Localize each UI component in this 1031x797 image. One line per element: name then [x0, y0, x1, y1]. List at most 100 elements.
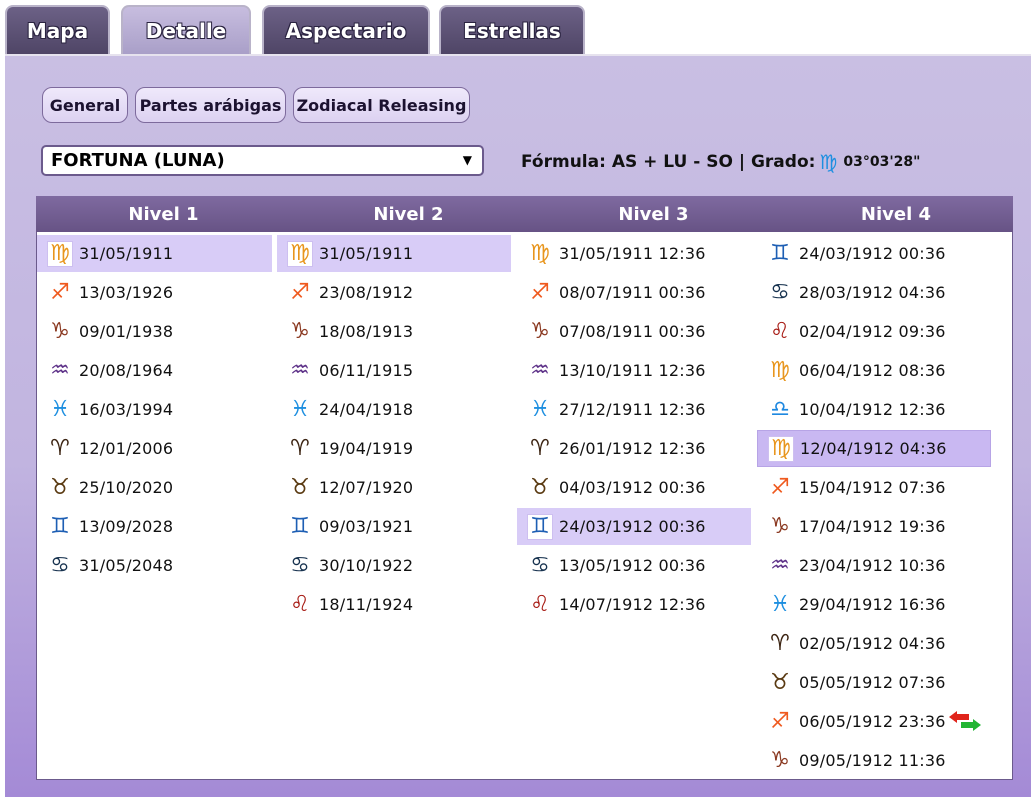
level-4-row[interactable]: ♋︎ 28/03/1912 04:36 — [757, 274, 991, 311]
lot-select-value: FORTUNA (LUNA) — [51, 150, 225, 171]
column-header-nivel-4: Nivel 4 — [860, 203, 932, 225]
level-2-row[interactable]: ♌︎ 18/11/1924 — [277, 586, 511, 623]
level-4-row[interactable]: ♍︎ 12/04/1912 04:36 — [757, 430, 991, 467]
virgo-icon: ♍︎ — [287, 240, 313, 267]
level-3-row[interactable]: ♒︎ 13/10/1911 12:36 — [517, 352, 751, 389]
formula-degree: 03°03'28" — [843, 154, 921, 170]
partes-arabigas-button[interactable]: Partes arábigas — [135, 87, 286, 123]
zodiacal-releasing-button[interactable]: Zodiacal Releasing — [293, 87, 470, 123]
lot-select[interactable]: FORTUNA (LUNA) ▼ — [41, 145, 484, 176]
row-date: 07/08/1911 00:36 — [559, 322, 706, 341]
row-date: 18/08/1913 — [319, 322, 414, 341]
libra-icon: ♎︎ — [770, 396, 790, 422]
level-3-row[interactable]: ♊︎ 24/03/1912 00:36 — [517, 508, 751, 545]
level-1-row[interactable]: ♉︎ 25/10/2020 — [37, 469, 272, 506]
row-date: 28/03/1912 04:36 — [799, 283, 946, 302]
tab-mapa[interactable]: Mapa — [5, 5, 110, 54]
level-1-row[interactable]: ♒︎ 20/08/1964 — [37, 352, 272, 389]
capricorn-icon: ♑︎ — [770, 747, 790, 773]
level-2-row[interactable]: ♊︎ 09/03/1921 — [277, 508, 511, 545]
level-1-row[interactable]: ♐︎ 13/03/1926 — [37, 274, 272, 311]
row-date: 27/12/1911 12:36 — [559, 400, 706, 419]
pisces-icon: ♓︎ — [530, 396, 550, 422]
row-date: 10/04/1912 12:36 — [799, 400, 946, 419]
level-2-row[interactable]: ♍︎ 31/05/1911 — [277, 235, 511, 272]
level-1-row[interactable]: ♑︎ 09/01/1938 — [37, 313, 272, 350]
level-3-row[interactable]: ♉︎ 04/03/1912 00:36 — [517, 469, 751, 506]
level-1-row[interactable]: ♈︎ 12/01/2006 — [37, 430, 272, 467]
level-3-row[interactable]: ♌︎ 14/07/1912 12:36 — [517, 586, 751, 623]
row-date: 23/04/1912 10:36 — [799, 556, 946, 575]
level-4-row[interactable]: ♐︎ 15/04/1912 07:36 — [757, 469, 991, 506]
level-2-row[interactable]: ♉︎ 12/07/1920 — [277, 469, 511, 506]
general-button[interactable]: General — [42, 87, 128, 123]
taurus-icon: ♉︎ — [770, 669, 790, 695]
capricorn-icon: ♑︎ — [770, 513, 790, 539]
aquarius-icon: ♒︎ — [770, 552, 790, 578]
tab-detalle[interactable]: Detalle — [121, 5, 251, 54]
level-1-row[interactable]: ♍︎ 31/05/1911 — [37, 235, 272, 272]
swap-arrows-icon[interactable] — [949, 709, 981, 733]
level-4-row[interactable]: ♑︎ 17/04/1912 19:36 — [757, 508, 991, 545]
level-3-row[interactable]: ♐︎ 08/07/1911 00:36 — [517, 274, 751, 311]
row-date: 02/04/1912 09:36 — [799, 322, 946, 341]
level-2-row[interactable]: ♑︎ 18/08/1913 — [277, 313, 511, 350]
row-date: 20/08/1964 — [79, 361, 174, 380]
level-1-row[interactable]: ♓︎ 16/03/1994 — [37, 391, 272, 428]
virgo-icon: ♍︎ — [47, 240, 73, 267]
row-date: 31/05/1911 — [79, 244, 174, 263]
row-date: 16/03/1994 — [79, 400, 174, 419]
level-2-row[interactable]: ♓︎ 24/04/1918 — [277, 391, 511, 428]
level-3-row[interactable]: ♑︎ 07/08/1911 00:36 — [517, 313, 751, 350]
level-3-row[interactable]: ♋︎ 13/05/1912 00:36 — [517, 547, 751, 584]
tab-bar: Mapa Detalle Aspectario Estrellas — [0, 0, 1031, 56]
level-3-row[interactable]: ♓︎ 27/12/1911 12:36 — [517, 391, 751, 428]
row-date: 15/04/1912 07:36 — [799, 478, 946, 497]
level-4-row[interactable]: ♌︎ 02/04/1912 09:36 — [757, 313, 991, 350]
row-date: 31/05/2048 — [79, 556, 174, 575]
row-date: 30/10/1922 — [319, 556, 414, 575]
row-date: 12/07/1920 — [319, 478, 414, 497]
level-4-row[interactable]: ♍︎ 06/04/1912 08:36 — [757, 352, 991, 389]
level-4-row[interactable]: ♊︎ 24/03/1912 00:36 — [757, 235, 991, 272]
level-4-row[interactable]: ♈︎ 02/05/1912 04:36 — [757, 625, 991, 662]
taurus-icon: ♉︎ — [290, 474, 310, 500]
aquarius-icon: ♒︎ — [530, 357, 550, 383]
level-2-row[interactable]: ♈︎ 19/04/1919 — [277, 430, 511, 467]
row-date: 29/04/1912 16:36 — [799, 595, 946, 614]
gemini-icon: ♊︎ — [527, 513, 553, 540]
row-date: 04/03/1912 00:36 — [559, 478, 706, 497]
row-date: 02/05/1912 04:36 — [799, 634, 946, 653]
virgo-icon: ♍︎ — [770, 357, 790, 383]
formula-label: Fórmula: AS + LU - SO | Grado: — [521, 152, 816, 172]
level-2-row[interactable]: ♋︎ 30/10/1922 — [277, 547, 511, 584]
level-1-row[interactable]: ♋︎ 31/05/2048 — [37, 547, 272, 584]
row-date: 23/08/1912 — [319, 283, 414, 302]
level-2-row[interactable]: ♒︎ 06/11/1915 — [277, 352, 511, 389]
level-4-row[interactable]: ♎︎ 10/04/1912 12:36 — [757, 391, 991, 428]
level-1-row[interactable]: ♊︎ 13/09/2028 — [37, 508, 272, 545]
leo-icon: ♌︎ — [770, 318, 790, 344]
row-date: 09/01/1938 — [79, 322, 174, 341]
tab-aspectario[interactable]: Aspectario — [262, 5, 430, 54]
formula-info: Fórmula: AS + LU - SO | Grado: ♍︎ 03°03'… — [521, 149, 920, 175]
level-4-row[interactable]: ♒︎ 23/04/1912 10:36 — [757, 547, 991, 584]
level-4-row[interactable]: ♉︎ 05/05/1912 07:36 — [757, 664, 991, 701]
row-date: 18/11/1924 — [319, 595, 414, 614]
aquarius-icon: ♒︎ — [50, 357, 70, 383]
cancer-icon: ♋︎ — [50, 552, 70, 578]
pisces-icon: ♓︎ — [50, 396, 70, 422]
level-4-row[interactable]: ♓︎ 29/04/1912 16:36 — [757, 586, 991, 623]
level-3-row[interactable]: ♍︎ 31/05/1911 12:36 — [517, 235, 751, 272]
row-date: 24/04/1918 — [319, 400, 414, 419]
level-2-row[interactable]: ♐︎ 23/08/1912 — [277, 274, 511, 311]
row-date: 06/05/1912 23:36 — [799, 712, 946, 731]
column-header-nivel-1: Nivel 1 — [128, 203, 199, 225]
tab-estrellas[interactable]: Estrellas — [439, 5, 585, 54]
row-date: 13/05/1912 00:36 — [559, 556, 706, 575]
level-3-row[interactable]: ♈︎ 26/01/1912 12:36 — [517, 430, 751, 467]
virgo-icon: ♍︎ — [530, 240, 550, 266]
capricorn-icon: ♑︎ — [290, 318, 310, 344]
level-4-row[interactable]: ♑︎ 09/05/1912 11:36 — [757, 742, 991, 779]
capricorn-icon: ♑︎ — [530, 318, 550, 344]
